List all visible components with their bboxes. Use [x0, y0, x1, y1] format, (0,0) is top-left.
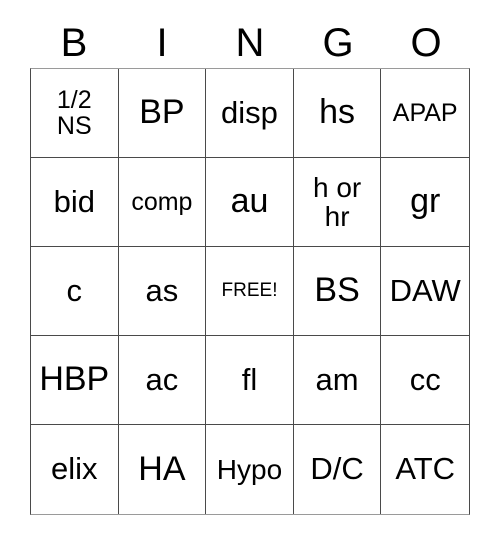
- bingo-cell[interactable]: BP: [118, 69, 207, 158]
- bingo-cell[interactable]: c: [31, 247, 119, 336]
- bingo-cell[interactable]: gr: [381, 158, 469, 247]
- bingo-cell[interactable]: BS: [293, 247, 382, 336]
- bingo-cell[interactable]: ac: [118, 336, 207, 425]
- bingo-cell[interactable]: comp: [118, 158, 207, 247]
- bingo-cell-label: 1/2 NS: [56, 85, 92, 140]
- bingo-cell-label: ac: [145, 361, 179, 397]
- bingo-cell-label: Hypo: [216, 453, 283, 485]
- bingo-cell[interactable]: disp: [206, 69, 294, 158]
- bingo-cell[interactable]: DAW: [381, 247, 469, 336]
- bingo-cell-label: h or hr: [312, 171, 362, 232]
- bingo-cell[interactable]: fl: [206, 336, 294, 425]
- header-letter-i: I: [156, 21, 168, 65]
- bingo-cell-label: disp: [221, 94, 278, 130]
- free-space-label: FREE!: [221, 280, 278, 302]
- bingo-cell[interactable]: bid: [31, 158, 119, 247]
- bingo-header-row: B I N G O: [30, 18, 470, 68]
- bingo-cell-label: D/C: [310, 451, 364, 487]
- bingo-cell[interactable]: Hypo: [206, 425, 294, 514]
- bingo-cell[interactable]: D/C: [293, 425, 382, 514]
- bingo-cell-label: am: [315, 361, 359, 397]
- header-letter-o: O: [410, 21, 442, 65]
- bingo-cell[interactable]: APAP: [381, 69, 469, 158]
- bingo-cell[interactable]: HBP: [31, 336, 119, 425]
- bingo-cell-label: elix: [51, 451, 98, 487]
- bingo-cell[interactable]: 1/2 NS: [31, 69, 119, 158]
- bingo-cell-label: c: [66, 272, 83, 308]
- bingo-cell-label: HA: [138, 449, 186, 488]
- bingo-cell-label: as: [145, 272, 179, 308]
- bingo-cell-label: APAP: [392, 98, 458, 127]
- bingo-cell[interactable]: elix: [31, 425, 119, 514]
- bingo-cell[interactable]: ATC: [381, 425, 469, 514]
- bingo-grid: 1/2 NS BP disp hs APAP bid comp au h or hr gr c as F…: [30, 68, 470, 515]
- bingo-cell[interactable]: h or hr: [293, 158, 382, 247]
- header-letter-b: B: [60, 21, 88, 65]
- bingo-cell-label: cc: [409, 361, 441, 397]
- bingo-cell-label: BS: [314, 271, 360, 310]
- bingo-cell-label: DAW: [389, 272, 461, 308]
- bingo-cell[interactable]: am: [293, 336, 382, 425]
- header-letter-n: N: [235, 21, 265, 65]
- bingo-cell-label: au: [230, 182, 269, 221]
- bingo-cell-label: BP: [139, 93, 185, 132]
- bingo-cell-label: HBP: [39, 360, 110, 399]
- bingo-cell-label: fl: [241, 361, 258, 397]
- bingo-cell-label: ATC: [395, 451, 456, 487]
- bingo-cell-free[interactable]: FREE!: [206, 247, 294, 336]
- bingo-cell-label: gr: [410, 182, 441, 221]
- header-letter-g: G: [322, 21, 354, 65]
- bingo-cell[interactable]: HA: [118, 425, 207, 514]
- bingo-cell-label: hs: [319, 93, 356, 132]
- bingo-card: B I N G O 1/2 NS BP disp hs APAP bid comp au h o…: [0, 0, 500, 544]
- bingo-cell[interactable]: au: [206, 158, 294, 247]
- bingo-cell-label: comp: [131, 187, 193, 216]
- bingo-cell[interactable]: hs: [293, 69, 382, 158]
- bingo-cell-label: bid: [53, 183, 95, 219]
- bingo-cell[interactable]: cc: [381, 336, 469, 425]
- bingo-cell[interactable]: as: [118, 247, 207, 336]
